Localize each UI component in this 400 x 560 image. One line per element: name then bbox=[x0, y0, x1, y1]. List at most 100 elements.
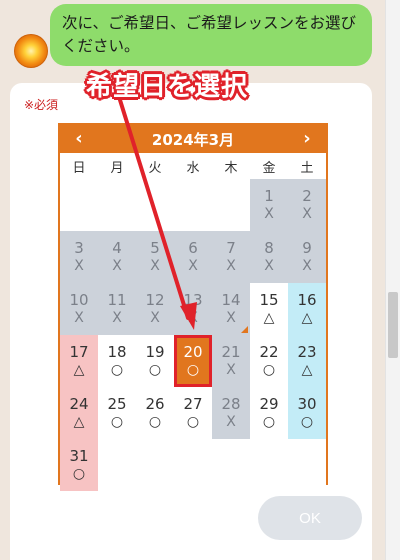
availability-mark: X bbox=[74, 258, 84, 274]
scrollbar-track[interactable] bbox=[385, 0, 400, 560]
day-number: 11 bbox=[107, 291, 127, 309]
day-number: 8 bbox=[264, 239, 274, 257]
calendar-empty-cell bbox=[136, 179, 174, 231]
availability-mark: X bbox=[226, 362, 236, 378]
calendar-empty-cell bbox=[174, 179, 212, 231]
availability-mark: ○ bbox=[186, 414, 200, 430]
calendar-empty-cell bbox=[250, 439, 288, 491]
day-number: 24 bbox=[69, 395, 89, 413]
availability-mark: X bbox=[302, 206, 312, 222]
day-number: 4 bbox=[112, 239, 122, 257]
corner-marker-icon bbox=[241, 326, 248, 333]
calendar-day: 9X bbox=[288, 231, 326, 283]
calendar-day[interactable]: 17 △ bbox=[60, 335, 98, 387]
calendar-day[interactable]: 22 ○ bbox=[250, 335, 288, 387]
day-number: 31 bbox=[69, 447, 89, 465]
availability-mark: ○ bbox=[148, 362, 162, 378]
weekday-label: 木 bbox=[224, 160, 238, 176]
availability-mark: X bbox=[226, 310, 236, 326]
day-number: 13 bbox=[183, 291, 203, 309]
calendar-day: 14 X bbox=[212, 283, 250, 335]
day-number: 19 bbox=[145, 343, 165, 361]
day-number: 14 bbox=[221, 291, 241, 309]
calendar-empty-cell bbox=[98, 179, 136, 231]
availability-mark: X bbox=[188, 310, 198, 326]
day-number: 1 bbox=[264, 187, 274, 205]
availability-mark: ○ bbox=[110, 414, 124, 430]
calendar-day[interactable]: 27 ○ bbox=[174, 387, 212, 439]
weekday-label: 水 bbox=[186, 160, 200, 176]
availability-mark: ○ bbox=[148, 414, 162, 430]
availability-mark: X bbox=[264, 258, 274, 274]
bot-avatar-icon bbox=[14, 34, 48, 68]
availability-mark: X bbox=[264, 206, 274, 222]
day-number: 15 bbox=[259, 291, 279, 309]
calendar-day: 28 X bbox=[212, 387, 250, 439]
next-month-button[interactable]: › bbox=[298, 125, 316, 153]
availability-mark: ○ bbox=[300, 414, 314, 430]
calendar-day: 7X bbox=[212, 231, 250, 283]
prev-month-button[interactable]: ‹ bbox=[70, 125, 88, 153]
availability-mark: X bbox=[150, 258, 160, 274]
availability-mark: ○ bbox=[262, 362, 276, 378]
chat-message-bubble: 次に、ご希望日、ご希望レッスンをお選びください。 bbox=[50, 4, 372, 66]
day-number: 23 bbox=[297, 343, 317, 361]
calendar-day-selected[interactable]: 20 ○ bbox=[174, 335, 212, 387]
day-number: 3 bbox=[74, 239, 84, 257]
weekday-label: 土 bbox=[300, 160, 314, 176]
calendar-day[interactable]: 19 ○ bbox=[136, 335, 174, 387]
calendar-empty-cell bbox=[136, 439, 174, 491]
calendar-day: 4X bbox=[98, 231, 136, 283]
weekday-row: 日月火水木金土 bbox=[60, 153, 326, 179]
day-number: 30 bbox=[297, 395, 317, 413]
calendar-day[interactable]: 31 ○ bbox=[60, 439, 98, 491]
day-number: 26 bbox=[145, 395, 165, 413]
calendar-empty-cell bbox=[212, 179, 250, 231]
calendar-day: 1X bbox=[250, 179, 288, 231]
weekday-label: 火 bbox=[148, 160, 162, 176]
calendar-month-title: 2024年3月 bbox=[151, 130, 235, 149]
availability-mark: X bbox=[188, 258, 198, 274]
availability-mark: △ bbox=[301, 310, 313, 326]
scrollbar-thumb[interactable] bbox=[388, 292, 398, 358]
ok-button[interactable]: OK bbox=[258, 496, 362, 540]
day-number: 9 bbox=[302, 239, 312, 257]
day-number: 28 bbox=[221, 395, 241, 413]
weekday-label: 金 bbox=[262, 160, 276, 176]
day-number: 29 bbox=[259, 395, 279, 413]
calendar-day: 13 X bbox=[174, 283, 212, 335]
calendar-day[interactable]: 25 ○ bbox=[98, 387, 136, 439]
calendar-empty-cell bbox=[98, 439, 136, 491]
day-number: 2 bbox=[302, 187, 312, 205]
calendar-day: 8X bbox=[250, 231, 288, 283]
availability-mark: △ bbox=[263, 310, 275, 326]
calendar-empty-cell bbox=[288, 439, 326, 491]
availability-mark: X bbox=[226, 258, 236, 274]
calendar-day[interactable]: 23 △ bbox=[288, 335, 326, 387]
day-number: 18 bbox=[107, 343, 127, 361]
annotation-callout: 希望日を選択 bbox=[85, 71, 248, 102]
day-grid: 1 X 2 X 3 X 4 X 5 X 6 X 7 X 8 X 9 X 10 X 11 X 12 X 13 X 14 X 15 △ 16 △ 1… bbox=[60, 179, 326, 491]
day-number: 16 bbox=[297, 291, 317, 309]
day-number: 10 bbox=[69, 291, 89, 309]
availability-mark: X bbox=[112, 310, 122, 326]
calendar-day: 21 X bbox=[212, 335, 250, 387]
calendar-day[interactable]: 18 ○ bbox=[98, 335, 136, 387]
availability-mark: X bbox=[112, 258, 122, 274]
calendar-day[interactable]: 15 △ bbox=[250, 283, 288, 335]
day-number: 5 bbox=[150, 239, 160, 257]
calendar-day[interactable]: 30 ○ bbox=[288, 387, 326, 439]
availability-mark: X bbox=[226, 414, 236, 430]
weekday-label: 日 bbox=[72, 160, 86, 176]
availability-mark: X bbox=[74, 310, 84, 326]
calendar-day[interactable]: 26 ○ bbox=[136, 387, 174, 439]
availability-mark: △ bbox=[301, 362, 313, 378]
day-number: 25 bbox=[107, 395, 127, 413]
calendar-day[interactable]: 29 ○ bbox=[250, 387, 288, 439]
day-number: 12 bbox=[145, 291, 165, 309]
calendar-header: ‹ 2024年3月 › bbox=[60, 125, 326, 153]
calendar-day[interactable]: 24 △ bbox=[60, 387, 98, 439]
weekday-label: 月 bbox=[110, 160, 124, 176]
availability-mark: ○ bbox=[262, 414, 276, 430]
calendar-day[interactable]: 16 △ bbox=[288, 283, 326, 335]
